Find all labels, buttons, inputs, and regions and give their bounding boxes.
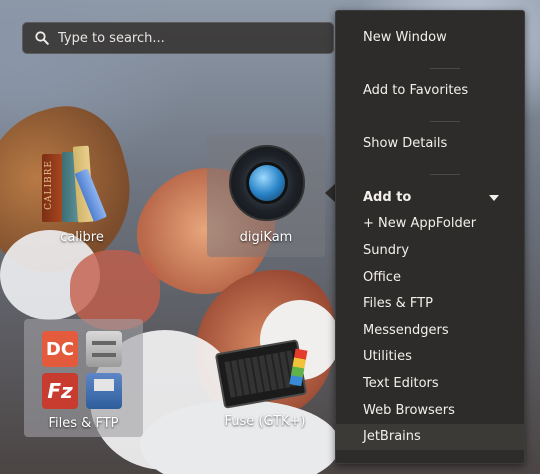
app-folder-files-ftp[interactable]: DC Fz Files & FTP — [24, 319, 143, 437]
submenu-item-messengers[interactable]: Messendgers — [336, 320, 524, 342]
submenu-item-utilities[interactable]: Utilities — [336, 346, 524, 368]
calibre-icon: CALIBRE — [42, 145, 122, 223]
menu-separator — [430, 121, 460, 122]
app-label: Fuse (GTK+) — [224, 414, 306, 429]
app-digikam[interactable]: digiKam — [207, 135, 325, 257]
search-input[interactable] — [58, 30, 308, 46]
file-cabinet-icon — [86, 331, 122, 367]
submenu-item-new-appfolder[interactable]: + New AppFolder — [336, 213, 524, 235]
submenu-item-web-browsers[interactable]: Web Browsers — [336, 400, 524, 422]
menu-item-add-to[interactable]: Add to — [336, 187, 524, 209]
menu-item-add-to-favorites[interactable]: Add to Favorites — [336, 80, 524, 102]
app-fuse[interactable]: Fuse (GTK+) — [205, 330, 325, 440]
double-commander-icon: DC — [42, 331, 78, 367]
submenu-item-files-ftp[interactable]: Files & FTP — [336, 293, 524, 315]
folder-icon-grid: DC Fz — [42, 331, 126, 413]
submenu-item-jetbrains[interactable]: JetBrains — [336, 424, 524, 450]
app-calibre[interactable]: CALIBRE calibre — [18, 140, 146, 258]
menu-separator — [430, 174, 460, 175]
search-bar[interactable] — [22, 22, 334, 54]
search-icon — [35, 31, 49, 45]
submenu-item-text-editors[interactable]: Text Editors — [336, 373, 524, 395]
submenu-item-office[interactable]: Office — [336, 267, 524, 289]
digikam-icon — [229, 145, 305, 221]
menu-separator — [430, 68, 460, 69]
add-to-label: Add to — [363, 190, 412, 205]
chevron-down-icon — [489, 195, 499, 201]
submenu-item-sundry[interactable]: Sundry — [336, 240, 524, 262]
app-context-menu: New Window Add to Favorites Show Details… — [335, 10, 525, 464]
save-disk-icon — [86, 373, 122, 409]
app-label: Files & FTP — [48, 416, 119, 431]
spectrum-computer-icon — [214, 339, 308, 409]
menu-item-new-window[interactable]: New Window — [336, 27, 524, 49]
filezilla-icon: Fz — [42, 373, 78, 409]
menu-item-show-details[interactable]: Show Details — [336, 133, 524, 155]
app-label: digiKam — [239, 230, 293, 245]
app-label: calibre — [60, 230, 104, 245]
background-petal — [70, 250, 160, 330]
